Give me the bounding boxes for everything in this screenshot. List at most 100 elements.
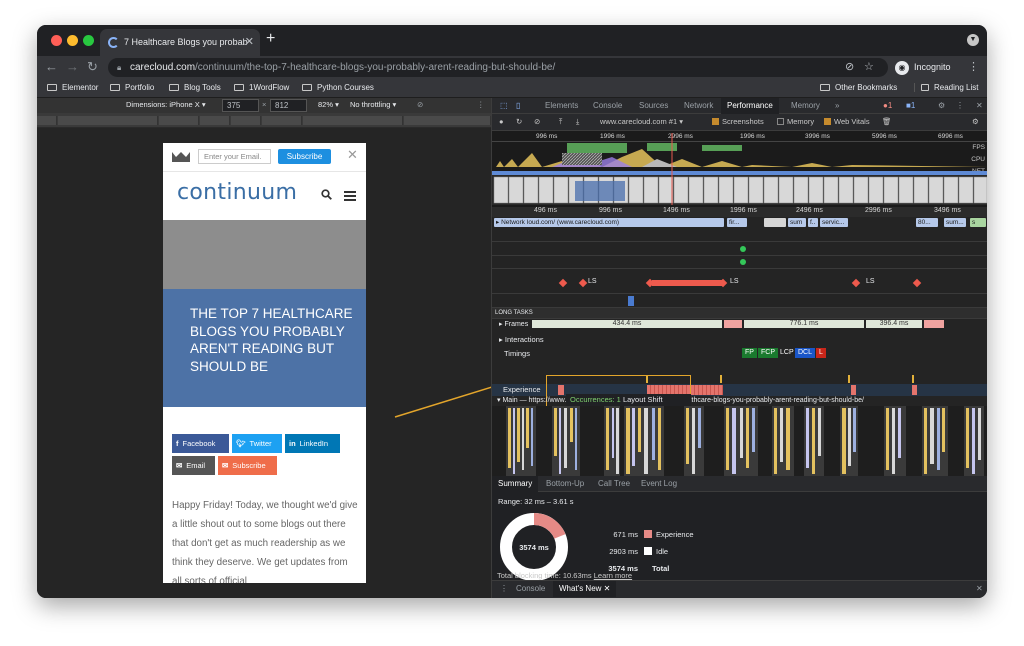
tab-memory[interactable]: Memory — [785, 98, 826, 114]
subscribe-share-button[interactable]: ✉ Subscribe — [218, 456, 277, 475]
twitter-share-button[interactable]: 🐦︎ Twitter — [232, 434, 282, 453]
download-icon[interactable]: ⤓ — [576, 117, 579, 127]
layout-shift-marker[interactable] — [578, 278, 588, 288]
device-toggle-icon[interactable]: ▯ — [510, 98, 526, 114]
email-input[interactable]: Enter your Email. — [198, 149, 271, 164]
recording-select[interactable]: www.carecloud.com #1 ▾ — [600, 117, 683, 126]
close-drawer-icon[interactable]: ✕ — [970, 581, 987, 597]
tracking-off-icon[interactable]: ⊘ — [845, 58, 854, 77]
bookmark-python-courses[interactable]: Python Courses — [302, 83, 374, 92]
browser-tab[interactable]: 7 Healthcare Blogs you probab ✕ — [100, 29, 260, 56]
reading-list[interactable]: Reading List — [914, 83, 978, 92]
layout-shift-bar[interactable] — [851, 385, 856, 395]
bookmark-1wordflow[interactable]: 1WordFlow — [234, 83, 289, 92]
device-menu-icon[interactable]: ⋮ — [477, 100, 485, 109]
tab-console[interactable]: Console — [587, 98, 628, 114]
layout-shift-cluster[interactable] — [652, 280, 722, 286]
close-window-button[interactable] — [51, 35, 62, 46]
linkedin-share-button[interactable]: in LinkedIn — [285, 434, 340, 453]
screenshots-checkbox[interactable]: Screenshots — [712, 117, 764, 126]
maximize-window-button[interactable] — [83, 35, 94, 46]
reload-record-icon[interactable]: ↻ — [516, 117, 522, 126]
width-input[interactable]: 375 — [222, 99, 259, 112]
search-icon[interactable] — [321, 189, 332, 200]
tab-search-icon[interactable]: ▼ — [967, 34, 979, 46]
bookmark-star-icon[interactable]: ☆ — [864, 58, 874, 77]
subscribe-button[interactable]: Subscribe — [278, 149, 331, 164]
frame-bar[interactable] — [724, 320, 742, 328]
network-track[interactable]: ▸ Network loud.com/ (www.carecloud.com) f… — [492, 217, 987, 228]
email-share-button[interactable]: ✉ Email — [172, 456, 215, 475]
network-request-bar[interactable]: fir... — [727, 218, 747, 227]
drawer-tab-whats-new[interactable]: What's New ✕ — [553, 581, 617, 597]
network-request-bar[interactable] — [764, 218, 786, 227]
browser-menu-icon[interactable]: ⋮ — [968, 60, 979, 73]
reload-button[interactable]: ↻ — [87, 59, 98, 75]
memory-checkbox[interactable]: Memory — [777, 117, 814, 126]
network-request-bar[interactable]: sum — [788, 218, 806, 227]
forward-button[interactable]: → — [66, 59, 79, 74]
address-bar[interactable]: 🔒︎ carecloud.com/continuum/the-top-7-heal… — [108, 58, 888, 77]
lcp-badge[interactable]: LCP — [777, 348, 797, 358]
timeline-overview[interactable]: 996 ms 1996 ms 2996 ms 1996 ms 3996 ms 5… — [492, 131, 987, 207]
marker-dot[interactable] — [740, 259, 746, 265]
dcl-badge[interactable]: DCL — [795, 348, 816, 358]
tab-bottom-up[interactable]: Bottom-Up — [540, 476, 590, 492]
menu-icon[interactable] — [344, 191, 356, 201]
media-query-segment[interactable] — [200, 116, 230, 125]
new-tab-button[interactable]: + — [266, 30, 275, 48]
tab-summary[interactable]: Summary — [492, 476, 539, 492]
height-input[interactable]: 812 — [270, 99, 307, 112]
media-query-segment[interactable] — [58, 116, 158, 125]
upload-icon[interactable]: ⤒ — [559, 117, 562, 127]
more-tabs-icon[interactable]: » — [829, 98, 845, 114]
interactions-track[interactable]: ▸ Interactions — [492, 334, 987, 346]
load-badge[interactable]: L — [816, 348, 826, 358]
timings-track[interactable]: Timings FP FCP LCP DCL L — [492, 348, 987, 362]
layout-shift-marker[interactable] — [558, 278, 568, 288]
bookmark-elementor[interactable]: Elementor — [47, 83, 98, 92]
network-request-bar[interactable]: s — [970, 218, 986, 227]
frames-track[interactable]: ▸ Frames 434.4 ms 776.1 ms 396.4 ms — [492, 320, 987, 330]
long-task-marker[interactable] — [628, 296, 634, 306]
clear-icon[interactable]: ⊘ — [534, 117, 540, 126]
fp-badge[interactable]: FP — [742, 348, 757, 358]
media-query-segment[interactable] — [159, 116, 199, 125]
bookmark-blog-tools[interactable]: Blog Tools — [169, 83, 221, 92]
frame-bar[interactable]: 396.4 ms — [866, 320, 922, 328]
frame-bar[interactable]: 434.4 ms — [532, 320, 722, 328]
zoom-select[interactable]: 82% ▾ — [318, 100, 339, 109]
facebook-share-button[interactable]: f Facebook — [172, 434, 229, 453]
fcp-badge[interactable]: FCP — [758, 348, 778, 358]
tab-event-log[interactable]: Event Log — [635, 476, 683, 492]
close-icon[interactable]: ✕ — [604, 584, 611, 593]
tab-network[interactable]: Network — [678, 98, 719, 114]
frame-bar[interactable] — [924, 320, 944, 328]
capture-settings-icon[interactable]: ⚙ — [972, 117, 979, 126]
web-vitals-checkbox[interactable]: Web Vitals — [824, 117, 870, 126]
minimize-window-button[interactable] — [67, 35, 78, 46]
record-icon[interactable]: ● — [499, 117, 504, 126]
network-request-bar[interactable]: servic... — [820, 218, 848, 227]
layout-shift-marker[interactable] — [851, 278, 861, 288]
media-query-segment[interactable] — [404, 116, 491, 125]
layout-shift-marker[interactable] — [912, 278, 922, 288]
network-request-bar[interactable]: f.. — [808, 218, 818, 227]
close-tab-icon[interactable]: ✕ — [245, 29, 254, 56]
network-request-bar[interactable]: ▸ Network loud.com/ (www.carecloud.com) — [494, 218, 724, 227]
learn-more-link[interactable]: Learn more — [594, 571, 632, 580]
message-count[interactable]: ■1 — [900, 98, 921, 114]
layout-shift-bar[interactable] — [912, 385, 917, 395]
trash-icon[interactable]: 🗑︎ — [882, 117, 892, 126]
media-query-segment[interactable] — [303, 116, 403, 125]
settings-gear-icon[interactable]: ⚙ — [932, 98, 951, 114]
incognito-badge[interactable]: ◉ Incognito — [895, 59, 951, 76]
tab-elements[interactable]: Elements — [539, 98, 584, 114]
network-request-bar[interactable]: sum... — [944, 218, 966, 227]
media-query-segment[interactable] — [231, 116, 261, 125]
drawer-tab-console[interactable]: Console — [510, 581, 551, 597]
throttle-select[interactable]: No throttling ▾ — [350, 100, 396, 109]
site-logo[interactable]: continuum — [177, 180, 297, 205]
other-bookmarks[interactable]: Other Bookmarks — [820, 83, 897, 92]
network-request-bar[interactable]: 80... — [916, 218, 938, 227]
